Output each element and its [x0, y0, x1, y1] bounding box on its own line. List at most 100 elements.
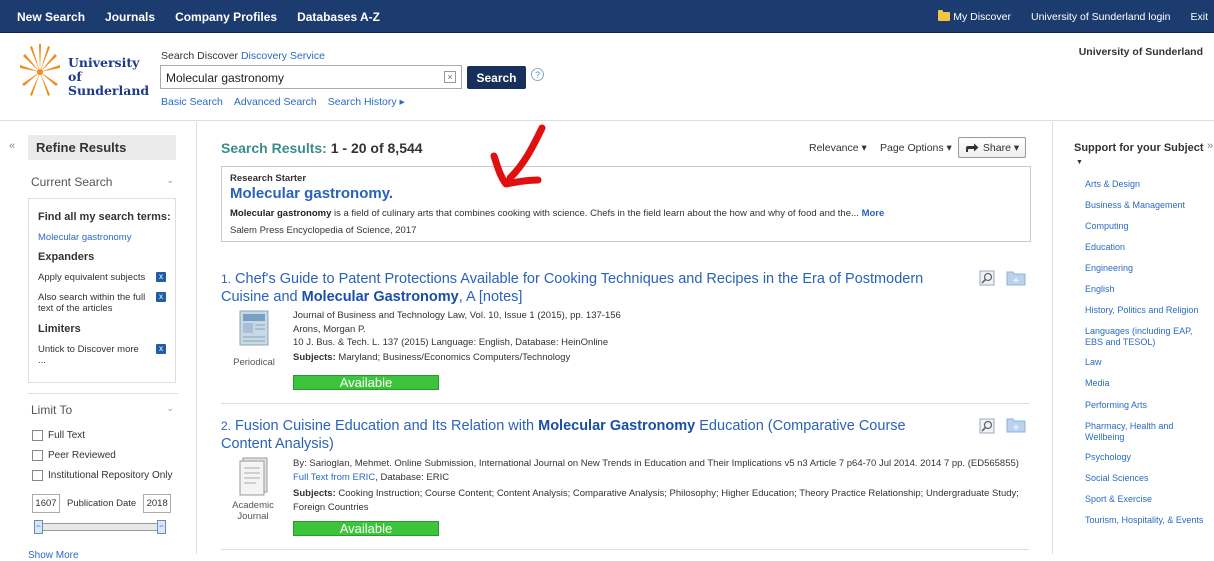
subject-link[interactable]: Media	[1085, 378, 1205, 389]
nav-new-search[interactable]: New Search	[17, 10, 85, 24]
result-database: , Database: ERIC	[375, 471, 450, 483]
institutional-repository-checkbox[interactable]	[32, 470, 43, 481]
subject-link[interactable]: Education	[1085, 242, 1205, 253]
publication-date-label: Publication Date	[67, 498, 137, 509]
publication-date-from-input[interactable]: 1607	[32, 494, 60, 513]
available-button[interactable]: Available	[293, 375, 439, 390]
share-arrow-icon	[965, 143, 979, 152]
subject-link[interactable]: Social Sciences	[1085, 473, 1205, 484]
collapse-left-panel-icon[interactable]: «	[9, 140, 15, 152]
publication-date-slider[interactable]: ⇔ ⇔	[34, 520, 166, 534]
subject-link[interactable]: Psychology	[1085, 452, 1205, 463]
add-to-folder-icon[interactable]: +	[1006, 416, 1026, 433]
result-fulltext-line: Full Text from ERIC, Database: ERIC	[293, 471, 1038, 485]
share-button[interactable]: Share ▾	[958, 137, 1026, 158]
subject-link[interactable]: Tourism, Hospitality, & Events	[1085, 515, 1205, 526]
basic-search-link[interactable]: Basic Search	[161, 96, 223, 108]
svg-text:+: +	[1012, 276, 1020, 286]
more-link[interactable]: More	[862, 208, 885, 219]
nav-databases-a-z[interactable]: Databases A-Z	[297, 10, 380, 24]
subject-link[interactable]: Computing	[1085, 221, 1205, 232]
search-input[interactable]: Molecular gastronomy ×	[160, 65, 462, 89]
sunburst-logo-icon	[20, 44, 60, 96]
nav-company-profiles[interactable]: Company Profiles	[175, 10, 277, 24]
chevron-down-icon[interactable]: ⌄	[166, 403, 174, 414]
research-starter-source: Salem Press Encyclopedia of Science, 201…	[230, 225, 417, 236]
clear-search-icon[interactable]: ×	[444, 71, 456, 83]
subject-link[interactable]: Performing Arts	[1085, 400, 1205, 411]
subject-link[interactable]: English	[1085, 284, 1205, 295]
remove-expander-icon[interactable]: x	[156, 292, 166, 302]
result-title[interactable]: 2. Fusion Cuisine Education and Its Rela…	[221, 417, 921, 453]
nav-journals[interactable]: Journals	[105, 10, 155, 24]
chevron-down-icon[interactable]: ⌄	[166, 175, 174, 186]
divider	[196, 122, 197, 554]
remove-limiter-icon[interactable]: x	[156, 344, 166, 354]
current-search-box: Find all my search terms: Molecular gast…	[28, 198, 176, 383]
slider-max-handle[interactable]: ⇔	[157, 520, 166, 534]
subject-link[interactable]: Engineering	[1085, 263, 1205, 274]
university-logo[interactable]: University of Sunderland	[20, 42, 155, 102]
find-all-terms-label: Find all my search terms:	[38, 211, 171, 223]
search-button[interactable]: Search	[467, 66, 526, 89]
search-service-name: Discovery Service	[240, 50, 325, 62]
full-text-checkbox[interactable]	[32, 430, 43, 441]
institutional-repository-label: Institutional Repository Only	[48, 470, 173, 481]
page-options-dropdown[interactable]: Page Options ▾	[880, 142, 952, 154]
full-text-checkbox-row[interactable]: Full Text	[32, 430, 85, 441]
publication-type-label: Academic Journal	[232, 500, 274, 522]
relevance-dropdown[interactable]: Relevance ▾	[809, 142, 867, 154]
preview-magnifier-icon[interactable]	[979, 270, 995, 286]
starter-desc-bold: Molecular gastronomy	[230, 208, 332, 219]
peer-reviewed-checkbox[interactable]	[32, 450, 43, 461]
result-title-highlight: Molecular Gastronomy	[538, 418, 696, 434]
login-link[interactable]: University of Sunderland login	[1031, 11, 1171, 23]
full-text-link[interactable]: Full Text from ERIC	[293, 472, 375, 483]
support-subject-heading[interactable]: Support for your Subject	[1074, 142, 1204, 154]
divider	[28, 393, 178, 394]
help-icon[interactable]: ?	[531, 68, 544, 81]
publication-type-label: Periodical	[233, 357, 275, 368]
subject-link[interactable]: Business & Management	[1085, 200, 1205, 211]
remove-expander-icon[interactable]: x	[156, 272, 166, 282]
show-more-link[interactable]: Show More	[28, 550, 79, 561]
subject-link[interactable]: Law	[1085, 357, 1205, 368]
search-input-value: Molecular gastronomy	[166, 71, 285, 85]
research-starter-title[interactable]: Molecular gastronomy.	[230, 185, 393, 202]
collapse-right-panel-icon[interactable]: »	[1207, 140, 1213, 152]
exit-link[interactable]: Exit	[1190, 11, 1208, 23]
institutional-repository-checkbox-row[interactable]: Institutional Repository Only	[32, 470, 173, 481]
advanced-search-link[interactable]: Advanced Search	[234, 96, 317, 108]
peer-reviewed-checkbox-row[interactable]: Peer Reviewed	[32, 450, 116, 461]
expander-full-text: Also search within the full text of the …	[38, 292, 146, 314]
result-title[interactable]: 1. Chef's Guide to Patent Protections Av…	[221, 270, 961, 306]
subjects-list: Maryland; Business/Economics Computers/T…	[338, 351, 571, 363]
current-search-heading[interactable]: Current Search	[31, 175, 112, 189]
divider	[221, 403, 1029, 404]
subject-link[interactable]: Sport & Exercise	[1085, 494, 1205, 505]
preview-magnifier-icon[interactable]	[979, 418, 995, 434]
annotation-arrow-icon	[490, 124, 546, 188]
refine-results-heading: Refine Results	[28, 135, 176, 160]
slider-min-handle[interactable]: ⇔	[34, 520, 43, 534]
subject-link[interactable]: History, Politics and Religion	[1085, 305, 1205, 316]
available-button[interactable]: Available	[293, 521, 439, 536]
result-metadata: By: Sarioglan, Mehmet. Online Submission…	[293, 457, 1038, 514]
results-heading: Search Results: 1 - 20 of 8,544	[221, 140, 423, 156]
result-source: Journal of Business and Technology Law, …	[293, 310, 621, 321]
add-to-folder-icon[interactable]: +	[1006, 269, 1026, 286]
caret-down-icon[interactable]: ▼	[1076, 159, 1083, 166]
publication-date-range: 1607 Publication Date 2018	[32, 494, 172, 513]
subject-link[interactable]: Languages (including EAP, EBS and TESOL)	[1085, 326, 1205, 347]
logo-text: University of Sunderland	[68, 55, 150, 98]
peer-reviewed-label: Peer Reviewed	[48, 450, 116, 461]
my-discover-link[interactable]: My Discover	[938, 9, 1011, 23]
result-author: Arons, Morgan P.	[293, 323, 366, 335]
subject-link[interactable]: Arts & Design	[1085, 179, 1205, 190]
search-label: Search Discover Discovery Service	[161, 50, 325, 62]
subject-link[interactable]: Pharmacy, Health and Wellbeing	[1085, 421, 1205, 442]
limit-to-heading[interactable]: Limit To	[31, 403, 72, 417]
search-history-link[interactable]: Search History ▸	[328, 96, 405, 108]
publication-date-to-input[interactable]: 2018	[143, 494, 172, 513]
search-term-link[interactable]: Molecular gastronomy	[38, 232, 156, 243]
